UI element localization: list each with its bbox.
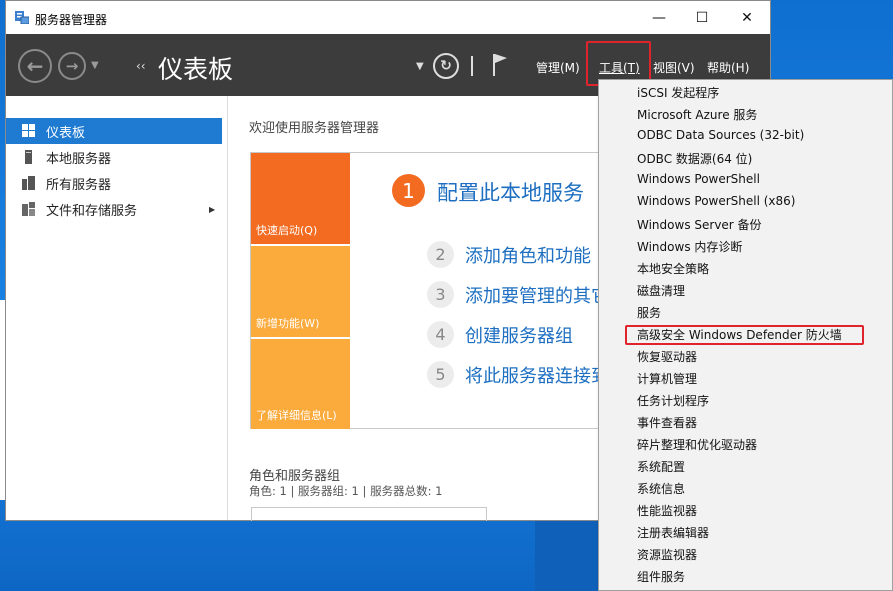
menu-item[interactable]: 组件服务 (637, 568, 685, 585)
separator (471, 56, 473, 76)
expand-arrow-icon[interactable]: ▶ (209, 205, 215, 214)
menu-item[interactable]: 碎片整理和优化驱动器 (637, 436, 757, 453)
menu-item[interactable]: 计算机管理 (637, 370, 697, 387)
maximize-button[interactable]: ☐ (679, 1, 725, 34)
menu-item[interactable]: Windows Server 备份 (637, 216, 762, 233)
step-number: 4 (427, 321, 454, 348)
forward-arrow-icon: → (65, 57, 79, 75)
tile-label: 快速启动(Q) (256, 224, 318, 237)
sidebar-item-label: 文件和存储服务 (46, 203, 138, 219)
menu-item[interactable]: ODBC 数据源(64 位) (637, 150, 752, 167)
minimize-icon: — (652, 9, 666, 26)
window-title: 服务器管理器 (35, 13, 108, 27)
menu-item[interactable]: 恢复驱动器 (637, 348, 697, 365)
menu-item[interactable]: 本地安全策略 (637, 260, 709, 277)
sidebar-item-label: 所有服务器 (46, 177, 112, 193)
back-button[interactable]: ← (18, 49, 52, 83)
step-number: 5 (427, 361, 454, 388)
sidebar-item-dashboard[interactable]: 仪表板 (6, 118, 222, 144)
close-button[interactable]: ✕ (724, 1, 770, 34)
welcome-heading: 欢迎使用服务器管理器 (249, 121, 380, 136)
dashboard-icon (22, 124, 35, 137)
role-tile[interactable] (251, 507, 487, 521)
menu-item[interactable]: Windows PowerShell (637, 172, 760, 186)
tools-dropdown-menu: iSCSI 发起程序 Microsoft Azure 服务 ODBC Data … (598, 79, 893, 591)
back-arrow-icon: ← (26, 54, 44, 78)
sidebar: 仪表板 本地服务器 所有服务器 文件和存储服务 ▶ (6, 96, 228, 520)
step-link-add-servers[interactable]: 添加要管理的其它 (465, 282, 609, 308)
local-server-icon (25, 150, 32, 164)
tile-quick-start[interactable]: 快速启动(Q) (251, 153, 350, 244)
step-link-connect-cloud[interactable]: 将此服务器连接到 (465, 362, 609, 388)
step-link-create-group[interactable]: 创建服务器组 (465, 322, 573, 348)
forward-button[interactable]: → (58, 52, 86, 80)
refresh-dropdown-icon[interactable]: ▼ (416, 61, 424, 72)
roles-summary: 角色: 1 | 服务器组: 1 | 服务器总数: 1 (249, 484, 443, 498)
menu-item[interactable]: 性能监视器 (637, 502, 697, 519)
roles-heading: 角色和服务器组 (249, 469, 341, 484)
menu-item[interactable]: 系统信息 (637, 480, 685, 497)
step-link-configure[interactable]: 配置此本地服务 (437, 177, 584, 207)
step-number: 1 (392, 174, 425, 207)
tile-label: 新增功能(W) (256, 317, 320, 330)
history-dropdown-icon[interactable]: ▼ (91, 60, 99, 71)
step-number: 2 (427, 241, 454, 268)
menu-item[interactable]: 系统配置 (637, 458, 685, 475)
notifications-flag-icon[interactable] (492, 53, 510, 77)
menu-view[interactable]: 视图(V) (653, 59, 695, 76)
all-servers-icon (22, 176, 35, 190)
maximize-icon: ☐ (695, 9, 709, 26)
menu-help[interactable]: 帮助(H) (707, 59, 749, 76)
menu-item[interactable]: Windows PowerShell (x86) (637, 194, 795, 208)
refresh-icon: ↻ (440, 58, 452, 74)
tile-learn-more[interactable]: 了解详细信息(L) (251, 339, 350, 429)
refresh-button[interactable]: ↻ (433, 53, 459, 79)
menu-item[interactable]: 资源监视器 (637, 546, 697, 563)
quick-start-panel: 快速启动(Q) 新增功能(W) 了解详细信息(L) 1 配置此本地服务 2 添加… (250, 152, 610, 429)
file-storage-icon (22, 202, 35, 216)
menu-item[interactable]: 注册表编辑器 (637, 524, 709, 541)
server-manager-icon (15, 11, 29, 24)
sidebar-item-local-server[interactable]: 本地服务器 (6, 144, 222, 170)
sidebar-item-label: 本地服务器 (46, 151, 112, 167)
menu-item[interactable]: ODBC Data Sources (32-bit) (637, 128, 804, 142)
step-number: 3 (427, 281, 454, 308)
tile-label: 了解详细信息(L) (256, 409, 337, 422)
menu-manage[interactable]: 管理(M) (536, 59, 580, 76)
menu-item[interactable]: Windows 内存诊断 (637, 238, 742, 255)
minimize-button[interactable]: — (636, 1, 682, 34)
menu-item[interactable]: 任务计划程序 (637, 392, 709, 409)
firewall-item-highlight (625, 325, 864, 345)
menu-item[interactable]: Microsoft Azure 服务 (637, 106, 757, 123)
tile-whats-new[interactable]: 新增功能(W) (251, 246, 350, 337)
breadcrumb-arrow-icon[interactable]: ‹‹ (136, 59, 146, 73)
menu-item[interactable]: 磁盘清理 (637, 282, 685, 299)
menu-item[interactable]: iSCSI 发起程序 (637, 84, 719, 101)
title-bar[interactable]: 服务器管理器 — ☐ ✕ (6, 1, 770, 34)
close-icon: ✕ (741, 9, 753, 26)
page-title: 仪表板 (158, 55, 234, 84)
sidebar-item-label: 仪表板 (46, 125, 86, 141)
menu-item[interactable]: 服务 (637, 304, 661, 321)
menu-item[interactable]: 事件查看器 (637, 414, 697, 431)
sidebar-item-file-storage[interactable]: 文件和存储服务 ▶ (6, 196, 222, 222)
step-link-add-roles[interactable]: 添加角色和功能 (465, 242, 591, 268)
sidebar-item-all-servers[interactable]: 所有服务器 (6, 170, 222, 196)
